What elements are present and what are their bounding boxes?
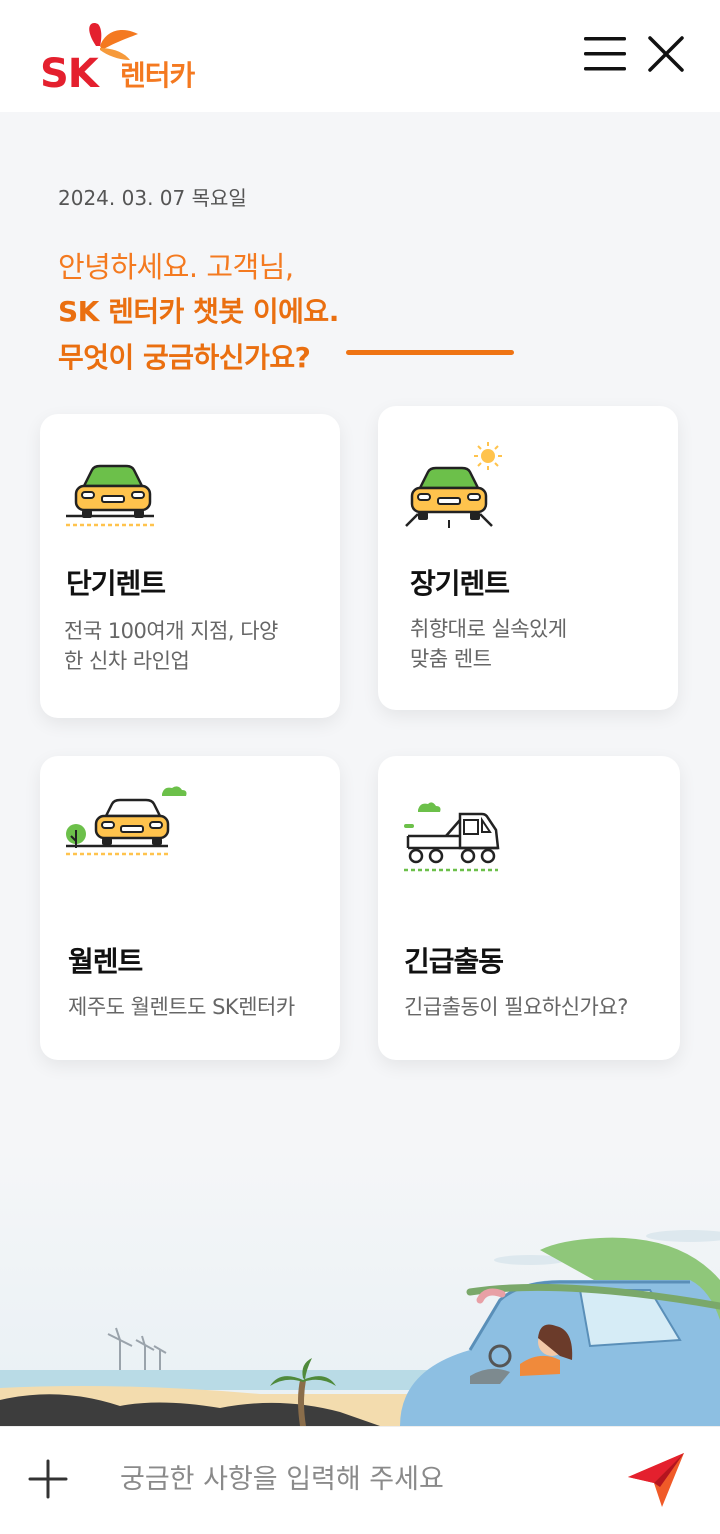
close-icon[interactable] — [644, 32, 688, 76]
app-header: SK 렌터카 — [0, 0, 720, 112]
greeting-line-2: SK 렌터카 챗봇 이에요. — [58, 295, 339, 328]
card-short-term-rent[interactable]: 단기렌트 전국 100여개 지점, 다양 한 신차 라인업 — [40, 414, 340, 718]
card-description: 제주도 월렌트도 SK렌터카 — [68, 995, 295, 1019]
car-road-icon — [66, 464, 154, 527]
card-title: 월렌트 — [68, 945, 143, 978]
card-description: 긴급출동이 필요하신가요? — [404, 995, 628, 1019]
logo-rentacar-text: 렌터카 — [120, 59, 195, 92]
hamburger-menu-icon[interactable] — [582, 34, 628, 74]
card-title: 단기렌트 — [66, 567, 166, 600]
card-long-term-rent[interactable]: 장기렌트 취향대로 실속있게 맞춤 렌트 — [378, 406, 678, 710]
card-title: 긴급출동 — [404, 945, 504, 978]
greeting-line-3: 무엇이 궁금하신가요? — [58, 341, 311, 374]
card-monthly-rent[interactable]: 월렌트 제주도 월렌트도 SK렌터카 — [40, 756, 340, 1060]
logo-sk-text: SK — [40, 51, 99, 97]
card-title: 장기렌트 — [410, 567, 510, 600]
send-icon[interactable] — [624, 1447, 688, 1511]
plus-icon[interactable] — [26, 1457, 70, 1501]
chat-message-input[interactable] — [106, 1451, 606, 1507]
card-description: 전국 100여개 지점, 다양 한 신차 라인업 — [64, 619, 278, 673]
car-sun-icon — [405, 442, 502, 528]
current-date: 2024. 03. 07 목요일 — [58, 186, 247, 210]
greeting-underline-decoration — [346, 350, 514, 355]
sk-rentacar-logo[interactable]: SK 렌터카 — [38, 18, 208, 96]
car-tree-icon — [66, 786, 187, 856]
greeting-line-1: 안녕하세요. 고객님, — [58, 250, 294, 284]
beach-car-illustration — [0, 1150, 720, 1426]
tow-truck-icon — [404, 802, 500, 872]
card-emergency-dispatch[interactable]: 긴급출동 긴급출동이 필요하신가요? — [378, 756, 680, 1060]
card-description: 취향대로 실속있게 맞춤 렌트 — [410, 617, 567, 671]
chat-input-bar — [0, 1426, 720, 1534]
